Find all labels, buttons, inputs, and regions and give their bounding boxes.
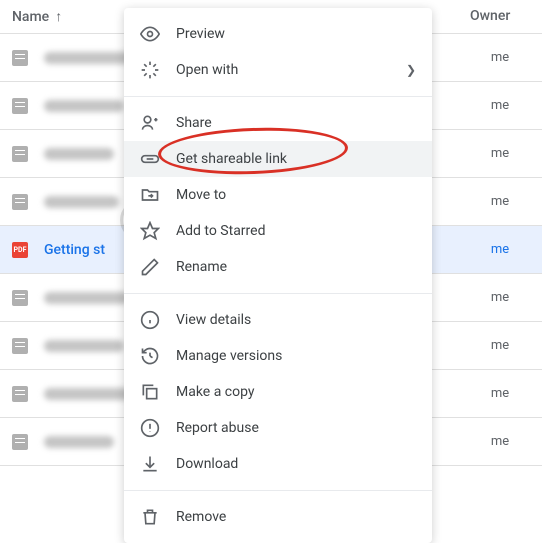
menu-open-with[interactable]: Open with ❯: [124, 52, 432, 88]
filename-redacted: [44, 196, 119, 208]
file-icon: [12, 386, 28, 402]
filename-redacted: [44, 148, 114, 160]
menu-rename[interactable]: Rename: [124, 249, 432, 285]
menu-preview[interactable]: Preview: [124, 16, 432, 52]
warning-icon: [140, 418, 160, 438]
context-menu: Preview Open with ❯ Share Get shareable …: [124, 8, 432, 543]
filename-redacted: [44, 388, 134, 400]
menu-label: Add to Starred: [176, 223, 416, 239]
info-icon: [140, 310, 160, 330]
menu-label: Get shareable link: [176, 151, 416, 167]
menu-download[interactable]: Download: [124, 446, 432, 482]
chevron-right-icon: ❯: [406, 63, 416, 77]
download-icon: [140, 454, 160, 474]
menu-label: Preview: [176, 26, 416, 42]
menu-make-copy[interactable]: Make a copy: [124, 374, 432, 410]
owner-cell: me: [470, 242, 530, 257]
menu-remove[interactable]: Remove: [124, 499, 432, 535]
menu-move-to[interactable]: Move to: [124, 177, 432, 213]
filename-redacted: [44, 52, 134, 64]
filename-redacted: [44, 436, 114, 448]
menu-add-starred[interactable]: Add to Starred: [124, 213, 432, 249]
file-icon: [12, 98, 28, 114]
owner-cell: me: [470, 434, 530, 449]
owner-cell: me: [470, 290, 530, 305]
owner-cell: me: [470, 98, 530, 113]
menu-report-abuse[interactable]: Report abuse: [124, 410, 432, 446]
menu-label: Report abuse: [176, 420, 416, 436]
file-icon: [12, 338, 28, 354]
menu-manage-versions[interactable]: Manage versions: [124, 338, 432, 374]
folder-move-icon: [140, 185, 160, 205]
owner-cell: me: [470, 146, 530, 161]
person-add-icon: [140, 113, 160, 133]
menu-label: Open with: [176, 62, 406, 78]
filename: Getting st: [44, 242, 105, 258]
menu-divider: [124, 96, 432, 97]
history-icon: [140, 346, 160, 366]
trash-icon: [140, 507, 160, 527]
pdf-icon: PDF: [12, 242, 28, 258]
open-with-icon: [140, 60, 160, 80]
menu-view-details[interactable]: View details: [124, 302, 432, 338]
menu-label: Make a copy: [176, 384, 416, 400]
menu-label: Download: [176, 456, 416, 472]
file-icon: [12, 50, 28, 66]
star-icon: [140, 221, 160, 241]
menu-share[interactable]: Share: [124, 105, 432, 141]
owner-column-header[interactable]: Owner: [470, 8, 530, 25]
menu-get-shareable-link[interactable]: Get shareable link: [124, 141, 432, 177]
filename-redacted: [44, 292, 129, 304]
filename-redacted: [44, 100, 124, 112]
menu-label: Remove: [176, 509, 416, 525]
file-icon: [12, 146, 28, 162]
owner-cell: me: [470, 338, 530, 353]
menu-label: Move to: [176, 187, 416, 203]
file-icon: [12, 434, 28, 450]
owner-cell: me: [470, 50, 530, 65]
file-icon: [12, 290, 28, 306]
pencil-icon: [140, 257, 160, 277]
menu-divider: [124, 293, 432, 294]
owner-cell: me: [470, 386, 530, 401]
sort-ascending-icon: ↑: [55, 8, 62, 25]
menu-divider: [124, 490, 432, 491]
eye-icon: [140, 24, 160, 44]
name-label: Name: [12, 9, 49, 25]
menu-label: Manage versions: [176, 348, 416, 364]
menu-label: Rename: [176, 259, 416, 275]
owner-label: Owner: [470, 8, 510, 24]
filename-redacted: [44, 340, 124, 352]
menu-label: Share: [176, 115, 416, 131]
copy-icon: [140, 382, 160, 402]
link-icon: [140, 149, 160, 169]
file-icon: [12, 194, 28, 210]
menu-label: View details: [176, 312, 416, 328]
owner-cell: me: [470, 194, 530, 209]
